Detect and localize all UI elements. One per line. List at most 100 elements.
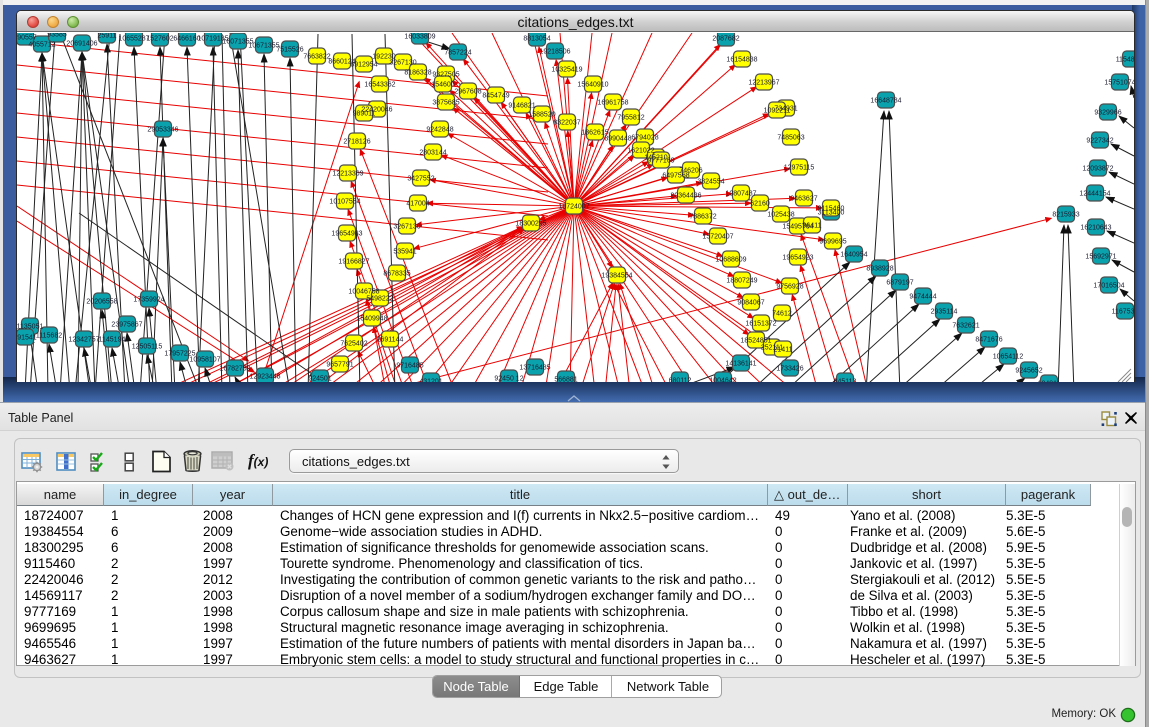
- svg-text:15751074: 15751074: [1104, 80, 1134, 87]
- svg-text:1167534: 1167534: [1112, 309, 1134, 316]
- svg-text:3427552: 3427552: [407, 176, 434, 183]
- svg-text:3875685: 3875685: [432, 100, 459, 107]
- svg-text:9115460: 9115460: [818, 206, 845, 213]
- svg-text:92450 12: 92450 12: [494, 376, 523, 383]
- svg-text:7625402: 7625402: [340, 341, 367, 348]
- svg-text:104911: 104911: [1038, 381, 1061, 383]
- svg-text:9716485: 9716485: [396, 363, 423, 370]
- svg-text:9084067: 9084067: [737, 300, 764, 307]
- svg-text:9245652: 9245652: [1015, 368, 1042, 375]
- svg-text:8990448: 8990448: [604, 136, 631, 143]
- svg-text:21411: 21411: [774, 347, 793, 354]
- svg-text:1135051: 1135051: [17, 324, 43, 331]
- svg-text:62160: 62160: [750, 201, 770, 208]
- svg-text:15409948: 15409948: [356, 316, 387, 323]
- svg-text:16210643: 16210643: [1080, 225, 1111, 232]
- svg-text:25911: 25911: [98, 33, 117, 40]
- svg-text:12213967: 12213967: [748, 80, 779, 87]
- svg-text:16151372: 16151372: [745, 321, 776, 328]
- svg-text:20206558: 20206558: [86, 299, 117, 306]
- svg-text:9657791: 9657791: [326, 362, 353, 369]
- svg-text:10046758: 10046758: [348, 289, 379, 296]
- svg-text:11548498: 11548498: [1116, 57, 1134, 64]
- svg-text:10671355: 10671355: [248, 43, 279, 50]
- svg-text:746206: 746206: [679, 168, 702, 175]
- svg-text:10654112: 10654112: [993, 354, 1024, 361]
- svg-text:8322037: 8322037: [553, 120, 580, 127]
- svg-text:989011: 989011: [353, 111, 376, 118]
- svg-text:2935114: 2935114: [931, 309, 958, 316]
- svg-text:1640954: 1640954: [840, 252, 867, 259]
- svg-text:74612: 74612: [772, 311, 792, 318]
- svg-text:9146821: 9146821: [508, 103, 535, 110]
- svg-text:8215933: 8215933: [1052, 212, 1079, 219]
- svg-text:19384554: 19384554: [601, 273, 632, 280]
- svg-text:2718126: 2718126: [343, 139, 370, 146]
- svg-text:9699695: 9699695: [819, 239, 846, 246]
- svg-text:18300295: 18300295: [515, 221, 546, 228]
- svg-text:2803144: 2803144: [419, 150, 446, 157]
- svg-text:14136141: 14136141: [725, 361, 756, 368]
- svg-text:417004: 417004: [406, 201, 429, 208]
- svg-text:9227342: 9227342: [1086, 138, 1113, 145]
- svg-text:8186328: 8186328: [404, 70, 431, 77]
- svg-text:9329966: 9329966: [1094, 110, 1121, 117]
- svg-text:18807249: 18807249: [726, 278, 757, 285]
- svg-text:12342757: 12342757: [68, 337, 99, 344]
- svg-text:18724007: 18724007: [558, 204, 589, 211]
- svg-text:9242848: 9242848: [426, 127, 453, 134]
- svg-text:19654923: 19654923: [782, 255, 813, 262]
- svg-text:2087682: 2087682: [712, 36, 739, 43]
- svg-text:12213369: 12213369: [332, 171, 363, 178]
- svg-text:8938928: 8938928: [866, 266, 893, 273]
- svg-text:12093872: 12093872: [1082, 166, 1113, 173]
- svg-text:7632621: 7632621: [952, 323, 979, 330]
- svg-text:4055712: 4055712: [28, 42, 55, 49]
- svg-text:566881: 566881: [554, 377, 577, 383]
- svg-text:154600: 154600: [431, 82, 454, 89]
- svg-text:16961758: 16961758: [597, 100, 628, 107]
- svg-text:9777169: 9777169: [647, 158, 674, 165]
- svg-text:845113: 845113: [834, 379, 857, 383]
- svg-text:9327505: 9327505: [432, 72, 459, 79]
- svg-text:1115682: 1115682: [36, 333, 62, 340]
- svg-text:190557: 190557: [17, 35, 37, 42]
- svg-text:15640910: 15640910: [577, 82, 608, 89]
- svg-text:19166827: 19166827: [338, 259, 369, 266]
- svg-text:7857224: 7857224: [444, 50, 471, 57]
- svg-text:2967608: 2967608: [454, 89, 481, 96]
- svg-text:7485063: 7485063: [777, 135, 804, 142]
- svg-text:3267130: 3267130: [393, 224, 420, 231]
- svg-text:12975115: 12975115: [784, 165, 815, 172]
- svg-text:13716485: 13716485: [519, 365, 550, 372]
- svg-text:1145194: 1145194: [99, 337, 126, 344]
- svg-text:7515526: 7515526: [276, 47, 303, 54]
- svg-text:23975867: 23975867: [111, 322, 142, 329]
- svg-text:8678335: 8678335: [383, 271, 410, 278]
- svg-text:16782759: 16782759: [219, 366, 250, 373]
- svg-text:8471676: 8471676: [975, 337, 1002, 344]
- svg-text:1025438: 1025438: [767, 212, 794, 219]
- svg-text:192230: 192230: [372, 54, 395, 61]
- svg-text:19654983: 19654983: [331, 231, 362, 238]
- svg-text:10325419: 10325419: [551, 67, 582, 74]
- svg-text:1588520: 1588520: [528, 112, 555, 119]
- svg-text:20691406: 20691406: [66, 41, 97, 48]
- svg-text:93585: 93585: [47, 33, 67, 39]
- svg-text:1092211: 1092211: [764, 108, 791, 115]
- svg-text:96411: 96411: [803, 223, 822, 230]
- svg-text:3267130: 3267130: [389, 60, 416, 67]
- svg-text:7886372: 7886372: [689, 214, 716, 221]
- svg-text:5498222: 5498222: [366, 296, 393, 303]
- svg-text:10107554: 10107554: [329, 199, 360, 206]
- svg-text:8813054: 8813054: [523, 36, 550, 43]
- svg-text:15692971: 15692971: [1085, 254, 1116, 261]
- svg-text:17359924: 17359924: [133, 297, 164, 304]
- svg-text:16648784: 16648784: [870, 98, 901, 105]
- svg-text:6879197: 6879197: [886, 280, 913, 287]
- svg-text:3824554: 3824554: [697, 179, 724, 186]
- svg-text:20364436: 20364436: [670, 193, 701, 200]
- svg-text:9463627: 9463627: [790, 196, 817, 203]
- svg-text:10807487: 10807487: [725, 191, 756, 198]
- svg-text:6794028: 6794028: [631, 135, 658, 142]
